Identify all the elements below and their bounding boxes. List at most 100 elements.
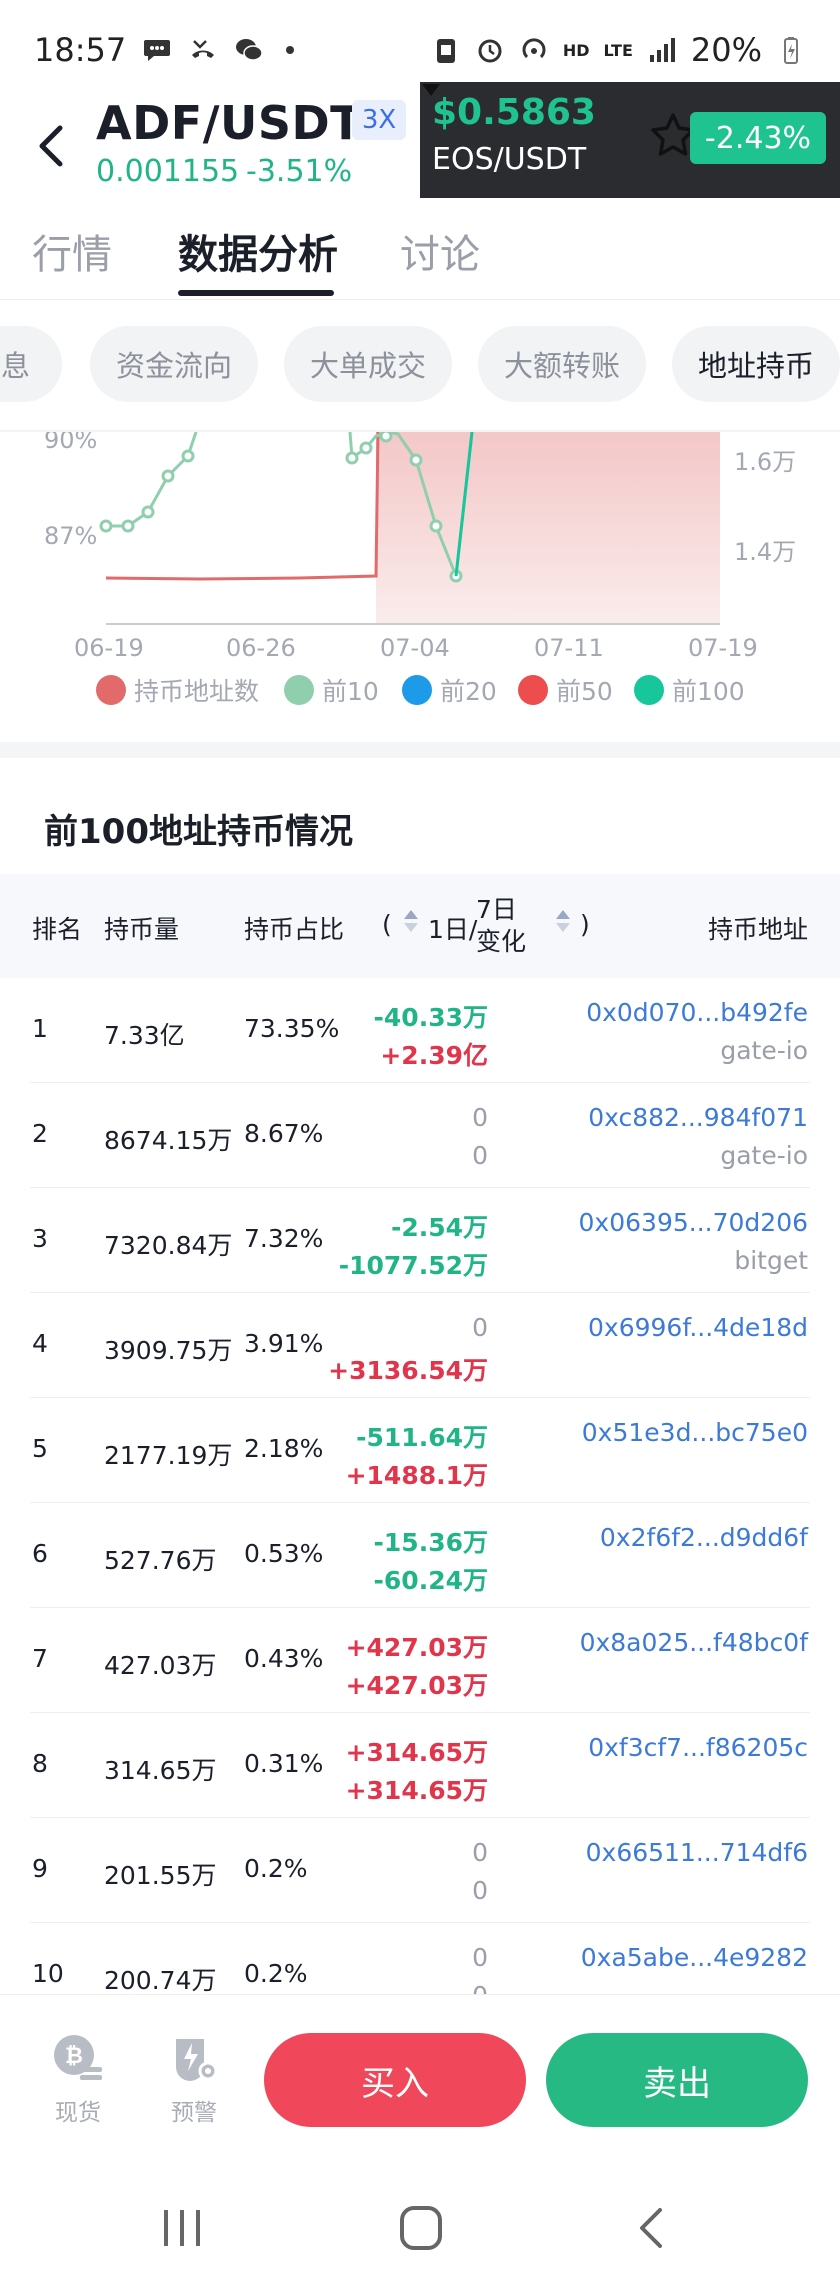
th-change-sorter[interactable]: ( 1日/ 7日变化 ) [382, 894, 602, 964]
row-change-1d: -2.54万 [390, 1213, 488, 1242]
legend-top10[interactable]: 前10 [284, 672, 379, 708]
alarm-icon [478, 39, 502, 63]
x-tick-0711: 07-11 [534, 634, 604, 662]
row-amount: 314.65万 [104, 1756, 217, 1785]
row-change-7d: -60.24万 [373, 1566, 488, 1595]
legend-dot-top100 [634, 675, 664, 705]
sell-button[interactable]: 卖出 [546, 2033, 808, 2127]
row-exchange-tag: gate-io [720, 1036, 808, 1065]
home-icon[interactable] [390, 2204, 450, 2252]
row-address-link[interactable]: 0x51e3d...bc75e0 [582, 1418, 808, 1447]
legend-dot-holder-count [96, 675, 126, 705]
row-address-link[interactable]: 0x6996f...4de18d [588, 1313, 808, 1342]
row-change-7d: -1077.52万 [338, 1251, 488, 1280]
x-tick-0626: 06-26 [226, 634, 296, 662]
tab-data-analysis[interactable]: 数据分析 [178, 222, 338, 280]
row-change-7d: +1488.1万 [345, 1461, 488, 1490]
legend-top20[interactable]: 前20 [402, 672, 497, 708]
legend-top50[interactable]: 前50 [518, 672, 613, 708]
table-row[interactable]: 10 200.74万 0.2% 0 0 0xa5abe...4e9282 [0, 1923, 840, 1994]
row-address-link[interactable]: 0x06395...70d206 [579, 1208, 808, 1237]
row-share: 0.53% [244, 1539, 324, 1568]
row-change-7d: +314.65万 [345, 1776, 488, 1805]
th-amount: 持币量 [104, 915, 180, 944]
row-change-1d: -15.36万 [373, 1528, 488, 1557]
table-row[interactable]: 5 2177.19万 2.18% -511.64万 +1488.1万 0x51e… [0, 1398, 840, 1503]
table-row[interactable]: 2 8674.15万 8.67% 0 0 0xc882...984f071 ga… [0, 1083, 840, 1188]
legend-label-top100: 前100 [672, 677, 745, 706]
table-row[interactable]: 8 314.65万 0.31% +314.65万 +314.65万 0xf3cf… [0, 1713, 840, 1818]
clipboard-icon [436, 39, 455, 63]
sort-1d-icon[interactable] [402, 908, 420, 934]
back-nav-icon[interactable] [624, 2204, 684, 2252]
chip-fund-flow[interactable]: 资金流向 [90, 326, 258, 402]
row-address-link[interactable]: 0x2f6f2...d9dd6f [600, 1523, 808, 1552]
back-arrow-icon[interactable] [30, 116, 70, 176]
section-title: 前100地址持币情况 [44, 812, 353, 852]
chip-address-holdings[interactable]: 地址持币 [672, 326, 840, 402]
chip-large-transfers[interactable]: 大额转账 [478, 326, 646, 402]
floating-ticker[interactable]: $0.5863 EOS/USDT -2.43% [420, 82, 840, 198]
row-share: 8.67% [244, 1119, 324, 1148]
tab-discussion[interactable]: 讨论 [400, 222, 480, 280]
table-header: 排名 持币量 持币占比 ( 1日/ 7日变化 ) 持币地址 [0, 874, 840, 978]
tab-market[interactable]: 行情 [32, 222, 112, 280]
recent-apps-icon[interactable] [152, 2204, 212, 2252]
row-address-link[interactable]: 0x0d070...b492fe [586, 998, 808, 1027]
row-amount: 7.33亿 [104, 1021, 185, 1050]
row-exchange-tag: bitget [734, 1246, 808, 1275]
row-address-link[interactable]: 0xa5abe...4e9282 [581, 1943, 808, 1972]
alert-button[interactable]: 预警 [154, 2031, 234, 2127]
row-change-1d: 0 [472, 1313, 488, 1342]
table-row[interactable]: 1 7.33亿 73.35% -40.33万 +2.39亿 0x0d070...… [0, 978, 840, 1083]
chip-info[interactable]: 信息 [0, 326, 62, 402]
hotspot-icon [522, 38, 546, 59]
battery-charging-icon [784, 37, 798, 64]
row-address-link[interactable]: 0x8a025...f48bc0f [580, 1628, 808, 1657]
sort-7d-icon[interactable] [554, 908, 572, 934]
row-amount: 201.55万 [104, 1861, 217, 1890]
holder-count-area [376, 432, 720, 624]
row-address-link[interactable]: 0xf3cf7...f86205c [588, 1733, 808, 1762]
row-change-7d: 0 [472, 1981, 488, 1994]
row-amount: 3909.75万 [104, 1336, 233, 1365]
alert-bolt-icon [176, 2039, 218, 2081]
system-nav-bar [0, 2164, 840, 2289]
row-share: 0.43% [244, 1644, 324, 1673]
table-row[interactable]: 4 3909.75万 3.91% 0 +3136.54万 0x6996f...4… [0, 1293, 840, 1398]
row-address-link[interactable]: 0xc882...984f071 [588, 1103, 808, 1132]
missed-call-icon [192, 40, 215, 58]
spot-label: 现货 [55, 2100, 101, 2126]
ticker-change-badge: -2.43% [690, 112, 826, 164]
main-tabs: 行情 数据分析 讨论 [0, 210, 840, 300]
chip-large-trades[interactable]: 大单成交 [284, 326, 452, 402]
table-row[interactable]: 3 7320.84万 7.32% -2.54万 -1077.52万 0x0639… [0, 1188, 840, 1293]
row-rank: 7 [32, 1644, 48, 1673]
legend-top100[interactable]: 前100 [634, 672, 745, 708]
row-share: 0.2% [244, 1854, 308, 1883]
bitcoin-spot-icon: ₿ [54, 2035, 102, 2080]
table-row[interactable]: 7 427.03万 0.43% +427.03万 +427.03万 0x8a02… [0, 1608, 840, 1713]
buy-button[interactable]: 买入 [264, 2033, 526, 2127]
row-amount: 427.03万 [104, 1651, 217, 1680]
row-address-link[interactable]: 0x66511...714df6 [586, 1838, 808, 1867]
table-row[interactable]: 6 527.76万 0.53% -15.36万 -60.24万 0x2f6f2.… [0, 1503, 840, 1608]
series-holder-count-line [105, 432, 380, 581]
y-right-tick-16k: 1.6万 [734, 448, 797, 476]
x-tick-0619: 06-19 [74, 634, 144, 662]
row-rank: 3 [32, 1224, 48, 1253]
pair-title[interactable]: ADF/USDT [96, 96, 362, 150]
th-paren-close: ) [580, 910, 590, 939]
status-time: 18:57 [34, 31, 127, 69]
row-change-1d: 0 [472, 1943, 488, 1972]
table-row[interactable]: 9 201.55万 0.2% 0 0 0x66511...714df6 [0, 1818, 840, 1923]
legend-dot-top10 [284, 675, 314, 705]
alert-label: 预警 [171, 2100, 217, 2126]
row-change-7d: +2.39亿 [380, 1041, 488, 1070]
row-amount: 200.74万 [104, 1966, 217, 1994]
spot-button[interactable]: ₿ 现货 [38, 2031, 118, 2127]
row-rank: 5 [32, 1434, 48, 1463]
legend-holder-count[interactable]: 持币地址数 [96, 672, 259, 708]
lte-label: LTE [603, 40, 633, 60]
row-rank: 8 [32, 1749, 48, 1778]
